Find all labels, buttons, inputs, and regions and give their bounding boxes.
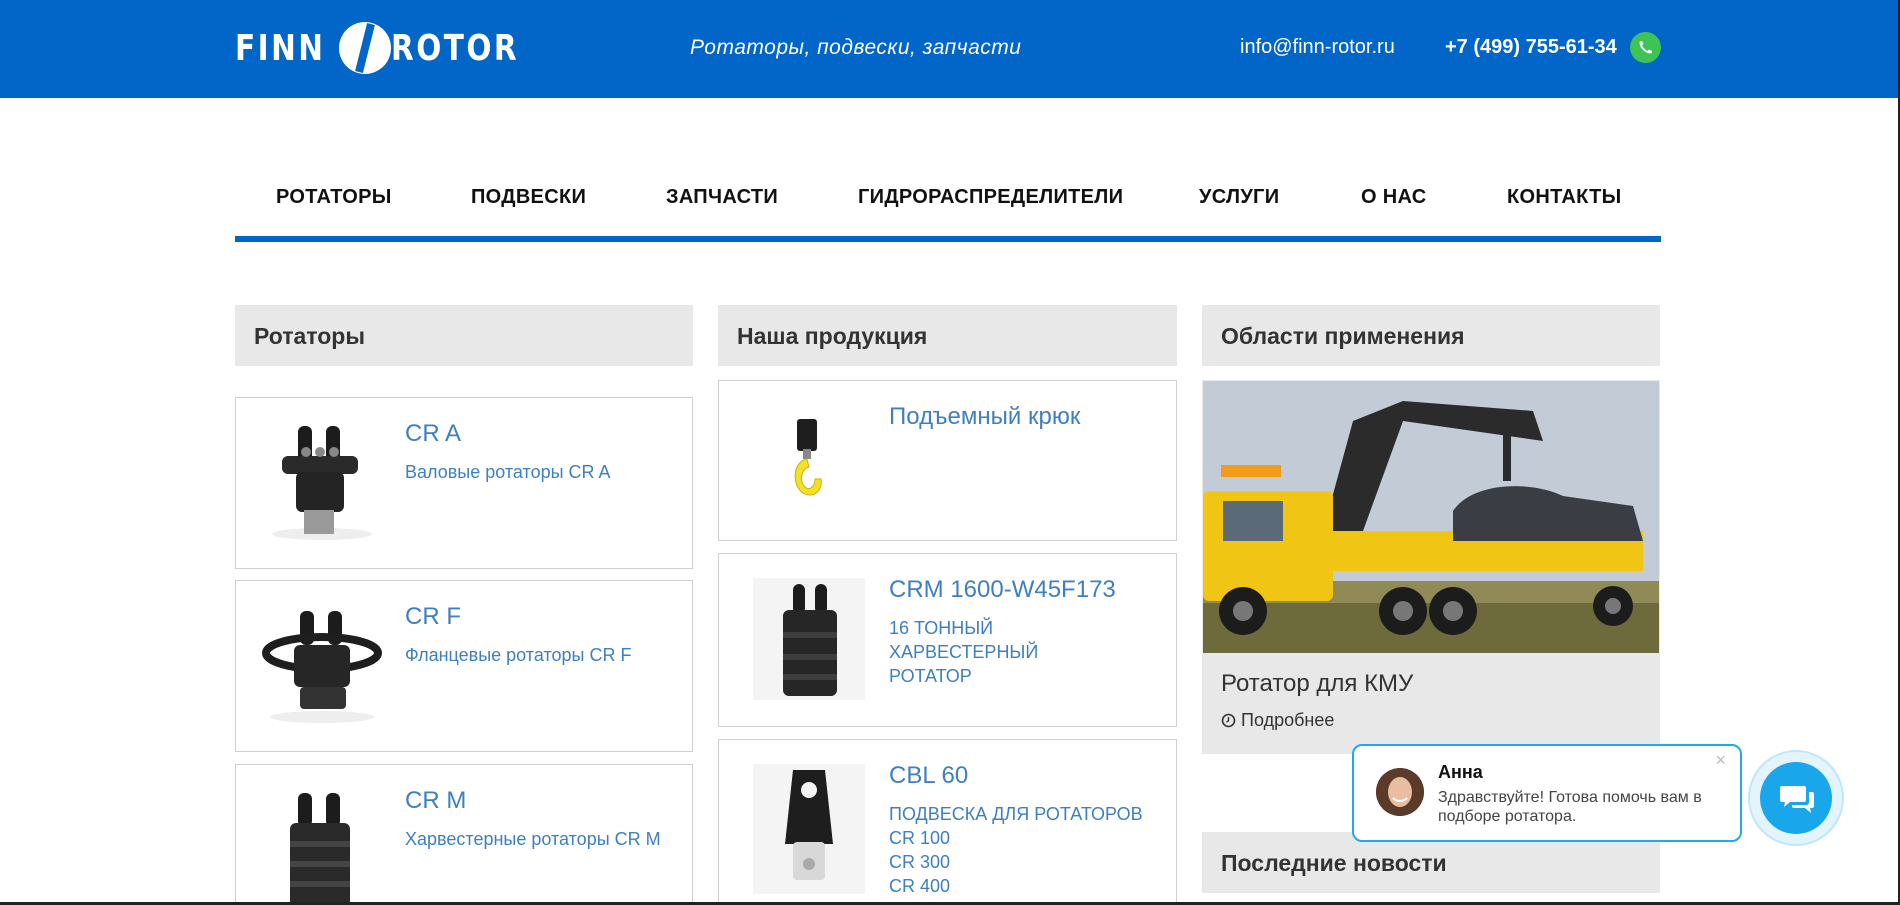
nav-item-contacts[interactable]: КОНТАКТЫ xyxy=(1507,186,1622,209)
rotator-cr-m-image xyxy=(290,793,350,905)
whatsapp-icon[interactable] xyxy=(1630,32,1661,63)
nav-item-parts[interactable]: ЗАПЧАСТИ xyxy=(666,186,778,209)
nav-item-services[interactable]: УСЛУГИ xyxy=(1199,186,1279,209)
nav-item-rotators[interactable]: РОТАТОРЫ xyxy=(276,186,392,209)
more-link[interactable]: Подробнее xyxy=(1221,710,1334,731)
product-card-cr-f[interactable]: CR F Фланцевые ротаторы CR F xyxy=(235,580,693,752)
product-title[interactable]: Подъемный крюк xyxy=(889,403,1080,431)
logo-right-text: ROTOR xyxy=(391,27,520,69)
logo-mark-icon xyxy=(339,22,392,74)
lifting-hook-image xyxy=(794,419,822,496)
product-description[interactable]: ПОДВЕСКА ДЛЯ РОТАТОРОВ CR 100 CR 300 CR … xyxy=(889,802,1143,898)
product-description[interactable]: Валовые ротаторы CR A xyxy=(405,460,611,484)
description-line: ПОДВЕСКА ДЛЯ РОТАТОРОВ xyxy=(889,804,1143,824)
close-icon[interactable]: × xyxy=(1715,750,1726,771)
areas-heading: Области применения xyxy=(1202,305,1660,366)
phone-link[interactable]: +7 (499) 755-61-34 xyxy=(1445,36,1617,59)
description-line: РОТАТОР xyxy=(889,666,972,686)
nav-item-hydraulic-valves[interactable]: ГИДРОРАСПРЕДЕЛИТЕЛИ xyxy=(858,186,1123,209)
description-line: CR 400 xyxy=(889,876,951,896)
description-line: CR 300 xyxy=(889,852,951,872)
clock-icon xyxy=(1221,713,1236,728)
product-description[interactable]: Харвестерные ротаторы CR M xyxy=(405,827,661,851)
logo-left-text: FINN xyxy=(235,27,326,69)
nav-item-about[interactable]: О НАС xyxy=(1361,186,1426,209)
product-card-cr-m[interactable]: CR M Харвестерные ротаторы CR M xyxy=(235,764,693,905)
site-tagline: Ротаторы, подвески, запчасти xyxy=(690,36,1022,59)
product-card-hook[interactable]: Подъемный крюк xyxy=(718,380,1177,541)
more-link-label: Подробнее xyxy=(1241,710,1335,730)
product-title[interactable]: CR A xyxy=(405,420,461,448)
chat-popup[interactable]: Анна Здравствуйте! Готова помочь вам в п… xyxy=(1352,744,1742,842)
product-title[interactable]: CRM 1600-W45F173 xyxy=(889,576,1116,604)
area-card[interactable]: Ротатор для КМУ Подробнее xyxy=(1202,380,1660,754)
product-title[interactable]: CBL 60 xyxy=(889,762,968,790)
site-logo[interactable]: FINN ROTOR xyxy=(235,20,547,76)
description-line: 16 ТОННЫЙ xyxy=(889,618,994,638)
crane-truck-photo xyxy=(1203,381,1659,653)
product-title[interactable]: CR F xyxy=(405,603,461,631)
suspension-cbl-60-image xyxy=(753,764,865,894)
agent-avatar xyxy=(1376,768,1424,816)
header-bar: FINN ROTOR Ротаторы, подвески, запчасти … xyxy=(0,0,1900,98)
nav-item-suspensions[interactable]: ПОДВЕСКИ xyxy=(471,186,586,209)
product-title[interactable]: CR M xyxy=(405,787,466,815)
product-card-cbl-60[interactable]: CBL 60 ПОДВЕСКА ДЛЯ РОТАТОРОВ CR 100 CR … xyxy=(718,739,1177,905)
area-card-title[interactable]: Ротатор для КМУ xyxy=(1221,670,1413,698)
products-heading: Наша продукция xyxy=(718,305,1177,366)
rotator-cr-f-image xyxy=(262,611,382,723)
product-description[interactable]: Фланцевые ротаторы CR F xyxy=(405,643,631,667)
main-nav: РОТАТОРЫ ПОДВЕСКИ ЗАПЧАСТИ ГИДРОРАСПРЕДЕ… xyxy=(235,176,1661,242)
chat-bubble-icon xyxy=(1760,762,1832,834)
chat-message: Здравствуйте! Готова помочь вам в подбор… xyxy=(1438,789,1702,825)
product-card-cr-a[interactable]: CR A Валовые ротаторы CR A xyxy=(235,397,693,569)
description-line: CR 100 xyxy=(889,828,951,848)
description-line: ХАРВЕСТЕРНЫЙ xyxy=(889,642,1039,662)
chat-open-button[interactable] xyxy=(1748,750,1844,846)
agent-name: Анна xyxy=(1438,762,1483,782)
rotator-cr-a-image xyxy=(272,426,372,540)
rotators-heading: Ротаторы xyxy=(235,305,693,366)
product-card-crm-1600[interactable]: CRM 1600-W45F173 16 ТОННЫЙ ХАРВЕСТЕРНЫЙ … xyxy=(718,553,1177,727)
rotator-crm-1600-image xyxy=(753,578,865,700)
email-link[interactable]: info@finn-rotor.ru xyxy=(1240,36,1395,59)
product-description[interactable]: 16 ТОННЫЙ ХАРВЕСТЕРНЫЙ РОТАТОР xyxy=(889,616,1038,688)
